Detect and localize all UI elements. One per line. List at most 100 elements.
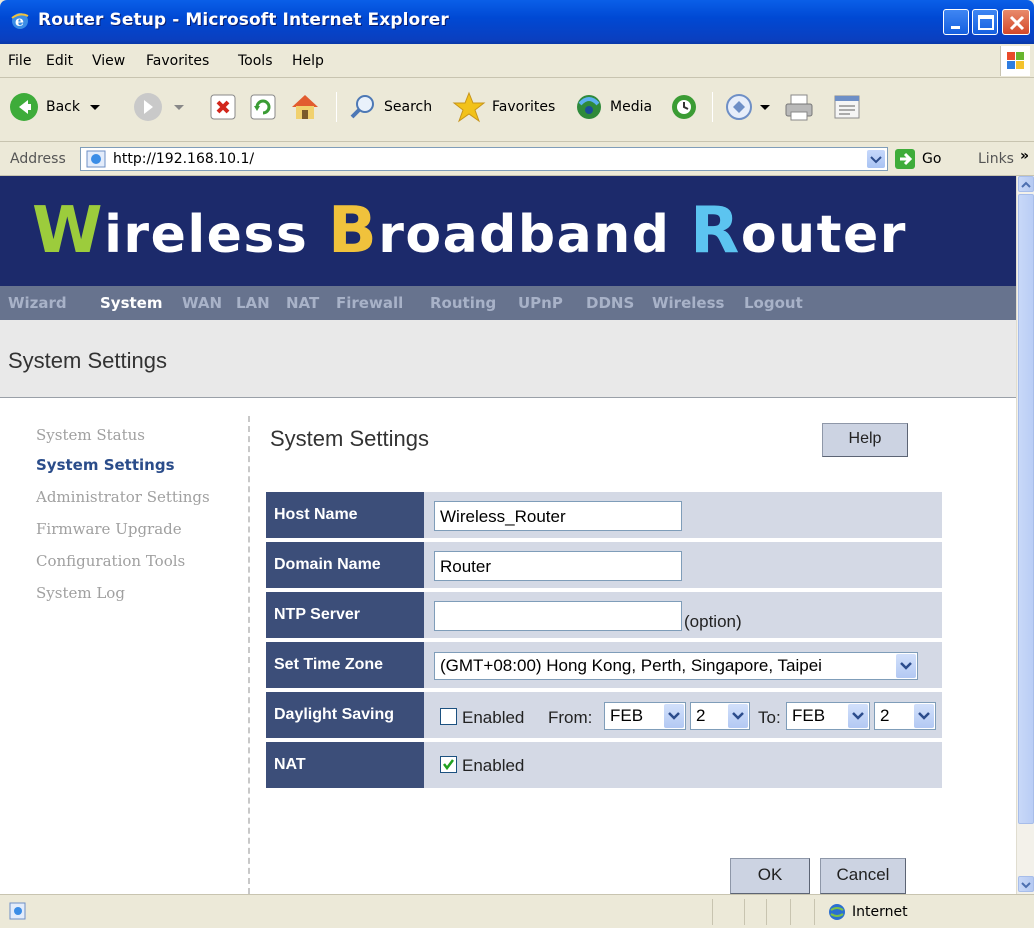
favorites-button[interactable]: Favorites <box>452 88 555 126</box>
status-bar: Internet <box>0 894 1034 928</box>
daylight-from-day-select[interactable]: 2 <box>690 702 750 730</box>
address-dropdown-button[interactable] <box>867 150 885 168</box>
side-item-configuration-tools[interactable]: Configuration Tools <box>36 552 185 570</box>
side-item-system-status[interactable]: System Status <box>36 426 145 444</box>
refresh-icon <box>250 94 276 120</box>
nav-logout[interactable]: Logout <box>744 294 803 312</box>
nav-ddns[interactable]: DDNS <box>586 294 634 312</box>
side-item-system-log[interactable]: System Log <box>36 584 125 602</box>
nav-nat[interactable]: NAT <box>286 294 319 312</box>
menu-help[interactable]: Help <box>292 53 324 69</box>
windows-logo-icon <box>1000 46 1030 76</box>
menu-favorites[interactable]: Favorites <box>146 53 209 69</box>
scroll-thumb[interactable] <box>1018 194 1034 824</box>
go-label: Go <box>922 151 942 167</box>
side-item-system-settings[interactable]: System Settings <box>36 456 175 474</box>
daylight-from-day-value: 2 <box>696 706 706 725</box>
row-time-zone: Set Time Zone (GMT+08:00) Hong Kong, Per… <box>266 642 942 690</box>
help-button[interactable]: Help <box>822 423 908 457</box>
nat-enabled-checkbox[interactable] <box>440 756 457 773</box>
row-host-name: Host Name Wireless_Router <box>266 492 942 540</box>
links-button[interactable]: Links <box>978 151 1014 167</box>
search-button[interactable]: Search <box>348 88 432 126</box>
status-cell <box>790 899 791 925</box>
host-name-input[interactable]: Wireless_Router <box>434 501 682 531</box>
nav-upnp[interactable]: UPnP <box>518 294 563 312</box>
vertical-scrollbar[interactable] <box>1016 176 1034 894</box>
nav-routing[interactable]: Routing <box>430 294 496 312</box>
nav-system[interactable]: System <box>100 294 162 312</box>
stop-button[interactable] <box>208 88 238 126</box>
content-title: System Settings <box>270 426 429 451</box>
time-zone-select[interactable]: (GMT+08:00) Hong Kong, Perth, Singapore,… <box>434 652 918 680</box>
daylight-enabled-label: Enabled <box>462 708 525 727</box>
refresh-button[interactable] <box>248 88 278 126</box>
ntp-server-label: NTP Server <box>266 592 424 638</box>
scroll-up-button[interactable] <box>1018 176 1034 192</box>
nav-firewall[interactable]: Firewall <box>336 294 403 312</box>
home-button[interactable] <box>288 88 322 126</box>
ntp-server-input[interactable] <box>434 601 682 631</box>
forward-button[interactable] <box>132 88 186 126</box>
row-daylight-saving: Daylight Saving Enabled From: FEB 2 To: … <box>266 692 942 740</box>
back-button[interactable]: Back <box>8 88 102 126</box>
close-icon <box>1009 15 1025 31</box>
media-button[interactable]: Media <box>574 88 652 126</box>
menu-view[interactable]: View <box>92 53 125 69</box>
banner-word-3: outer <box>740 205 907 265</box>
window-title: Router Setup - Microsoft Internet Explor… <box>38 10 449 30</box>
side-divider <box>248 416 250 894</box>
domain-name-input[interactable]: Router <box>434 551 682 581</box>
status-cell <box>712 899 713 925</box>
toolbar-separator <box>336 92 337 122</box>
page-status-icon <box>9 902 26 920</box>
page-ie-icon <box>86 150 106 168</box>
go-button[interactable]: Go <box>894 148 941 170</box>
menu-file[interactable]: File <box>8 53 31 69</box>
maximize-button[interactable] <box>972 9 998 35</box>
menu-tools[interactable]: Tools <box>238 53 273 69</box>
chevron-down-icon <box>896 654 916 678</box>
back-label: Back <box>46 99 80 115</box>
toolbar: Back Search Favorites Media <box>0 78 1034 142</box>
edit-button[interactable] <box>830 88 864 126</box>
nav-wan[interactable]: WAN <box>182 294 222 312</box>
page-title: System Settings <box>8 348 167 373</box>
mail-button[interactable] <box>724 88 772 126</box>
home-icon <box>292 95 318 119</box>
menu-edit[interactable]: Edit <box>46 53 73 69</box>
status-cell <box>814 899 815 925</box>
side-item-firmware-upgrade[interactable]: Firmware Upgrade <box>36 520 182 538</box>
scroll-down-button[interactable] <box>1018 876 1034 892</box>
daylight-to-month-select[interactable]: FEB <box>786 702 870 730</box>
address-input[interactable]: http://192.168.10.1/ <box>80 147 888 171</box>
nav-wizard[interactable]: Wizard <box>8 294 67 312</box>
daylight-enabled-checkbox[interactable] <box>440 708 457 725</box>
daylight-to-month-value: FEB <box>792 706 826 725</box>
ok-button[interactable]: OK <box>730 858 810 894</box>
ntp-server-hint: (option) <box>684 612 742 631</box>
time-zone-value: (GMT+08:00) Hong Kong, Perth, Singapore,… <box>440 656 822 675</box>
minimize-button[interactable] <box>943 9 969 35</box>
nat-enabled-label: Enabled <box>462 756 525 775</box>
chevron-right-icon[interactable]: » <box>1020 148 1029 164</box>
chevron-down-icon <box>848 704 868 728</box>
print-button[interactable] <box>782 88 816 126</box>
nav-wireless[interactable]: Wireless <box>652 294 724 312</box>
dropdown-arrow-icon <box>760 105 770 110</box>
daylight-to-day-select[interactable]: 2 <box>874 702 936 730</box>
edit-page-icon <box>834 95 860 119</box>
history-icon <box>672 95 696 119</box>
address-url: http://192.168.10.1/ <box>113 151 255 167</box>
toolbar-separator <box>712 92 713 122</box>
nav-lan[interactable]: LAN <box>236 294 270 312</box>
side-item-administrator-settings[interactable]: Administrator Settings <box>36 488 210 506</box>
close-button[interactable] <box>1002 9 1030 35</box>
daylight-from-month-select[interactable]: FEB <box>604 702 686 730</box>
history-button[interactable] <box>668 88 700 126</box>
cancel-button[interactable]: Cancel <box>820 858 906 894</box>
chevron-down-icon <box>728 704 748 728</box>
stop-icon <box>210 94 236 120</box>
security-zone-label: Internet <box>852 904 908 920</box>
address-bar: Address http://192.168.10.1/ Go Links » <box>0 142 1034 176</box>
